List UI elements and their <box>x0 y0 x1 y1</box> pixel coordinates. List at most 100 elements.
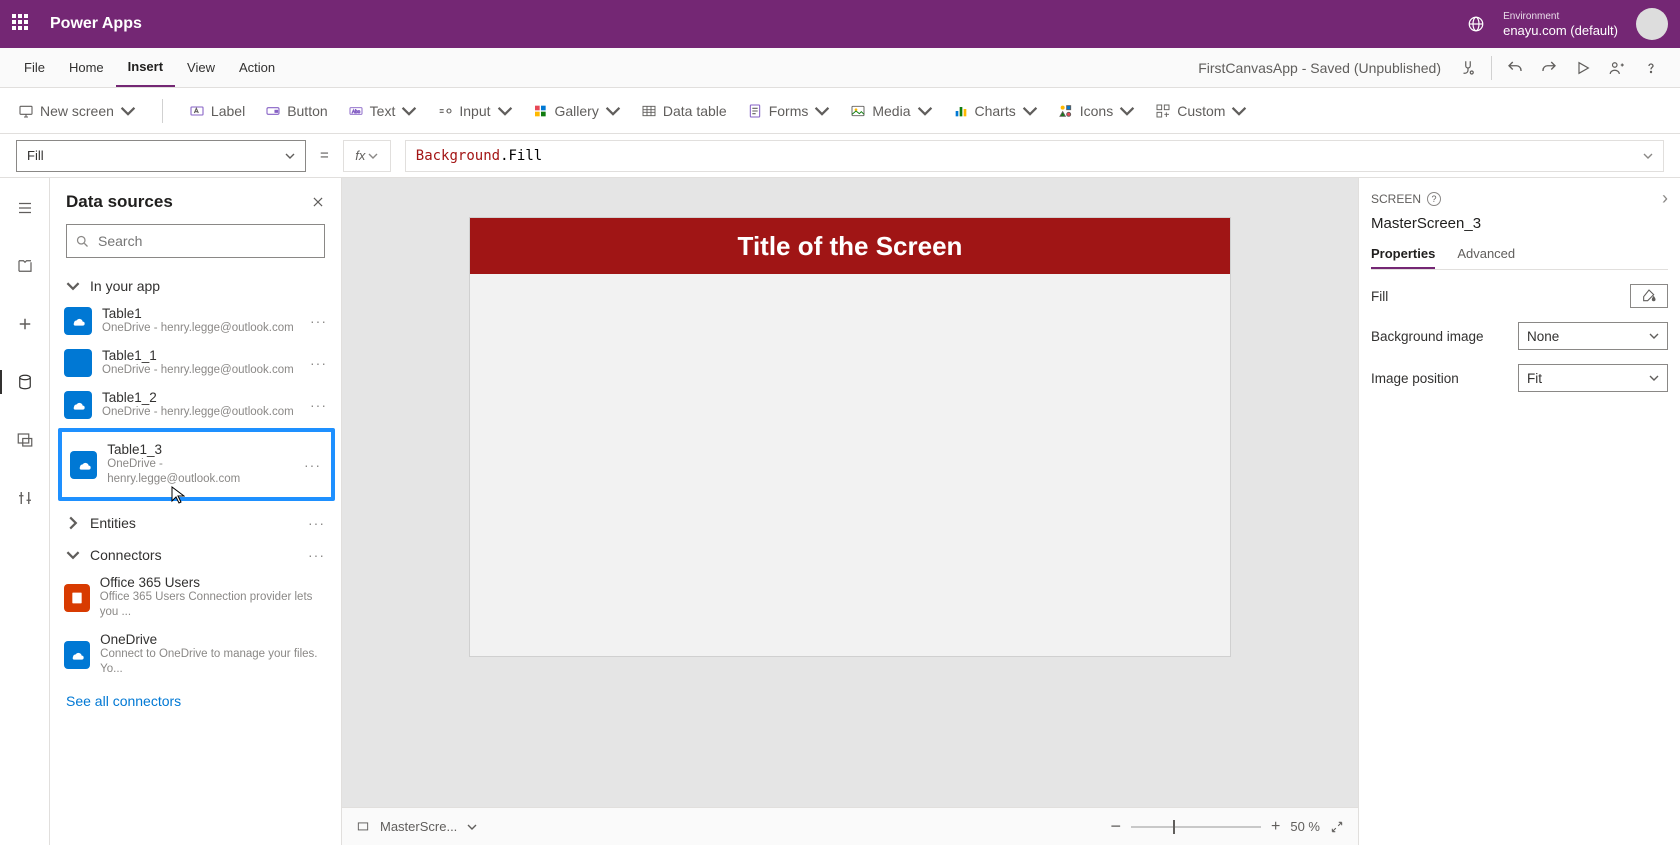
element-name: MasterScreen_3 <box>1371 215 1668 232</box>
undo-button[interactable] <box>1498 51 1532 85</box>
property-select[interactable]: Fill <box>16 140 306 172</box>
app-launcher-icon[interactable] <box>12 14 32 34</box>
properties-panel: SCREEN ? › MasterScreen_3 Properties Adv… <box>1358 178 1680 845</box>
prop-bg-image-label: Background image <box>1371 329 1484 344</box>
fx-button[interactable]: fx <box>343 140 391 172</box>
redo-button[interactable] <box>1532 51 1566 85</box>
search-icon <box>75 234 90 249</box>
fit-to-window-icon[interactable] <box>1330 820 1344 834</box>
connector-item[interactable]: OneDriveConnect to OneDrive to manage yo… <box>50 626 341 683</box>
rail-data-icon[interactable] <box>9 366 41 398</box>
custom-label: Custom <box>1177 103 1225 119</box>
connector-item[interactable]: Office 365 UsersOffice 365 Users Connect… <box>50 569 341 626</box>
section-in-your-app-label: In your app <box>90 278 160 294</box>
rail-tree-view-icon[interactable] <box>9 250 41 282</box>
screen-preview[interactable]: Title of the Screen <box>470 218 1230 656</box>
onedrive-icon <box>70 451 97 479</box>
highlighted-data-source: Table1_3OneDrive - henry.legge@outlook.c… <box>58 428 335 501</box>
charts-dropdown[interactable]: Charts <box>953 103 1038 119</box>
section-entities-label: Entities <box>90 515 136 531</box>
menu-action[interactable]: Action <box>227 48 287 87</box>
text-dropdown[interactable]: Abc Text <box>348 103 418 119</box>
formula-input[interactable]: Background.Fill <box>405 140 1664 172</box>
onedrive-icon <box>64 307 92 335</box>
app-checker-icon[interactable] <box>1451 51 1485 85</box>
rail-insert-icon[interactable] <box>9 308 41 340</box>
image-position-select[interactable]: Fit <box>1518 364 1668 392</box>
gallery-label: Gallery <box>555 103 599 119</box>
zoom-slider[interactable] <box>1131 826 1261 828</box>
bg-image-select[interactable]: None <box>1518 322 1668 350</box>
rail-advanced-tools-icon[interactable] <box>9 482 41 514</box>
panel-close-icon[interactable] <box>311 195 325 209</box>
environment-picker[interactable]: Environment enayu.com (default) <box>1503 10 1618 38</box>
rail-media-icon[interactable] <box>9 424 41 456</box>
svg-text:Abc: Abc <box>352 109 361 114</box>
data-table-button[interactable]: Data table <box>641 103 727 119</box>
section-more-icon[interactable]: ··· <box>308 515 325 531</box>
input-dropdown[interactable]: Input <box>437 103 512 119</box>
rail-hamburger-icon[interactable] <box>9 192 41 224</box>
left-rail <box>0 178 50 845</box>
save-status: FirstCanvasApp - Saved (Unpublished) <box>1198 60 1441 76</box>
data-source-item[interactable]: Table1OneDrive - henry.legge@outlook.com… <box>50 300 341 342</box>
breadcrumb[interactable]: MasterScre... <box>380 819 457 834</box>
media-dropdown[interactable]: Media <box>850 103 932 119</box>
play-button[interactable] <box>1566 51 1600 85</box>
help-button[interactable] <box>1634 51 1668 85</box>
item-more-icon[interactable]: ··· <box>310 313 327 329</box>
tab-advanced[interactable]: Advanced <box>1457 240 1515 269</box>
canvas-stage[interactable]: Title of the Screen <box>342 178 1358 807</box>
search-input-wrap[interactable] <box>66 224 325 258</box>
section-entities[interactable]: Entities ··· <box>50 505 341 537</box>
gallery-dropdown[interactable]: Gallery <box>533 103 621 119</box>
new-screen-button[interactable]: New screen <box>18 103 136 119</box>
zoom-value: 50 % <box>1290 819 1320 834</box>
formula-bar: Fill = fx Background.Fill <box>0 134 1680 178</box>
breadcrumb-chevron-icon[interactable] <box>467 822 477 832</box>
item-more-icon[interactable]: ··· <box>310 397 327 413</box>
charts-label: Charts <box>975 103 1016 119</box>
collapse-panel-icon[interactable]: › <box>1662 188 1668 209</box>
section-more-icon[interactable]: ··· <box>308 547 325 563</box>
menu-insert[interactable]: Insert <box>116 48 175 87</box>
item-more-icon[interactable]: ··· <box>310 355 327 371</box>
icons-dropdown[interactable]: Icons <box>1058 103 1135 119</box>
zoom-in-button[interactable]: + <box>1271 818 1280 836</box>
canvas-footer: MasterScre... − + 50 % <box>342 807 1358 845</box>
custom-dropdown[interactable]: Custom <box>1155 103 1247 119</box>
menu-file[interactable]: File <box>12 48 57 87</box>
data-source-item[interactable]: Table1_1OneDrive - henry.legge@outlook.c… <box>50 342 341 384</box>
section-connectors[interactable]: Connectors ··· <box>50 537 341 569</box>
data-source-item[interactable]: Table1_3OneDrive - henry.legge@outlook.c… <box>62 432 331 497</box>
media-label: Media <box>872 103 910 119</box>
menu-view[interactable]: View <box>175 48 227 87</box>
label-button[interactable]: Label <box>189 103 245 119</box>
button-button[interactable]: Button <box>265 103 327 119</box>
zoom-out-button[interactable]: − <box>1111 816 1122 837</box>
canvas-area: Title of the Screen MasterScre... − + 50… <box>342 178 1358 845</box>
menu-home[interactable]: Home <box>57 48 116 87</box>
top-bar: Power Apps Environment enayu.com (defaul… <box>0 0 1680 48</box>
search-input[interactable] <box>98 233 316 249</box>
forms-label: Forms <box>769 103 809 119</box>
environment-icon <box>1467 15 1485 33</box>
onedrive-connector-icon <box>64 641 90 669</box>
environment-label: Environment <box>1503 10 1618 24</box>
see-all-connectors-link[interactable]: See all connectors <box>50 683 341 719</box>
data-source-item[interactable]: Table1_2OneDrive - henry.legge@outlook.c… <box>50 384 341 426</box>
section-in-your-app[interactable]: In your app <box>50 268 341 300</box>
help-icon[interactable]: ? <box>1427 192 1441 206</box>
screen-title-bar[interactable]: Title of the Screen <box>470 218 1230 274</box>
cursor-icon <box>171 486 185 504</box>
forms-dropdown[interactable]: Forms <box>747 103 831 119</box>
app-title: Power Apps <box>50 15 142 33</box>
item-more-icon[interactable]: ··· <box>304 457 321 473</box>
new-screen-label: New screen <box>40 103 114 119</box>
panel-title: Data sources <box>66 192 173 212</box>
tab-properties[interactable]: Properties <box>1371 240 1435 269</box>
share-button[interactable] <box>1600 51 1634 85</box>
avatar[interactable] <box>1636 8 1668 40</box>
data-sources-panel: Data sources In your app Table1OneDrive … <box>50 178 342 845</box>
fill-color-button[interactable] <box>1630 284 1668 308</box>
